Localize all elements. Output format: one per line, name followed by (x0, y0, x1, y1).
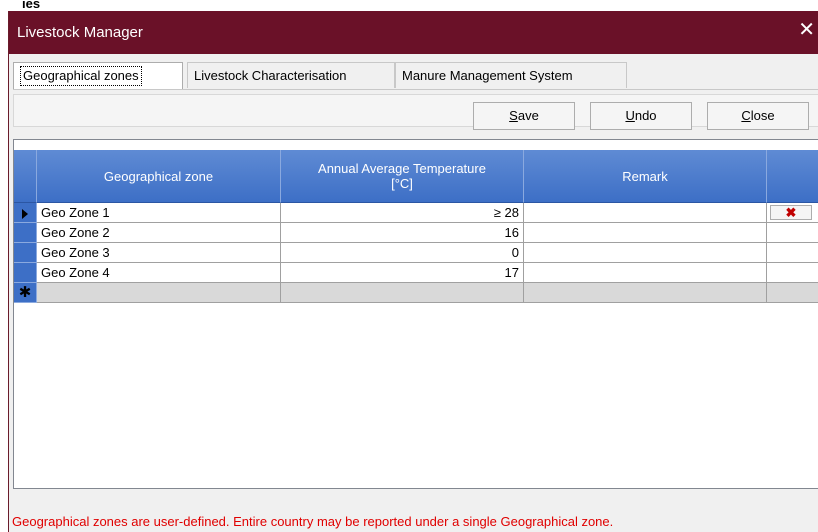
table-row[interactable]: Geo Zone 3 0 (14, 243, 818, 263)
tab-livestock-characterisation[interactable]: Livestock Characterisation (187, 62, 395, 88)
toolbar (13, 89, 818, 131)
grid-header: Geographical zone Annual Average Tempera… (14, 150, 818, 203)
title-bar[interactable]: Livestock Manager ✕ (9, 11, 818, 54)
tab-label: Manure Management System (402, 68, 573, 83)
row-selector[interactable] (14, 263, 37, 283)
zone-cell[interactable]: Geo Zone 4 (37, 263, 281, 283)
temperature-cell[interactable]: 16 (281, 223, 524, 243)
new-delete-cell[interactable] (767, 283, 818, 303)
tab-label: Livestock Characterisation (194, 68, 347, 83)
close-button[interactable]: Close (707, 102, 809, 130)
delete-x-icon: ✖ (785, 205, 797, 220)
row-header-corner (14, 150, 37, 203)
table-row[interactable]: Geo Zone 1 ≥ 28 ✖ (14, 203, 818, 223)
zones-grid: Geographical zone Annual Average Tempera… (13, 139, 818, 489)
delete-cell[interactable] (767, 263, 818, 283)
column-header-zone[interactable]: Geographical zone (37, 150, 281, 203)
zone-cell[interactable]: Geo Zone 2 (37, 223, 281, 243)
toolbar-panel (13, 94, 818, 127)
remark-cell[interactable] (524, 223, 767, 243)
info-note: Geographical zones are user-defined. Ent… (12, 514, 614, 529)
delete-cell: ✖ (767, 203, 818, 223)
tab-label: Geographical zones (20, 66, 142, 86)
zone-cell[interactable]: Geo Zone 1 (37, 203, 281, 223)
new-row[interactable]: ✱ (14, 283, 818, 303)
new-temperature-cell[interactable] (281, 283, 524, 303)
delete-row-button[interactable]: ✖ (770, 205, 812, 220)
tab-strip: Geographical zones Livestock Characteris… (13, 62, 818, 90)
column-header-delete[interactable] (767, 150, 818, 203)
zone-cell[interactable]: Geo Zone 3 (37, 243, 281, 263)
tab-geographical-zones[interactable]: Geographical zones (13, 62, 183, 90)
row-selector[interactable] (14, 243, 37, 263)
new-zone-cell[interactable] (37, 283, 281, 303)
column-header-remark[interactable]: Remark (524, 150, 767, 203)
row-selector[interactable] (14, 203, 37, 223)
new-remark-cell[interactable] (524, 283, 767, 303)
temperature-cell[interactable]: 17 (281, 263, 524, 283)
background-window-label: ies (22, 0, 40, 10)
close-icon[interactable]: ✕ (798, 20, 815, 40)
row-selector[interactable] (14, 223, 37, 243)
window-title: Livestock Manager (17, 24, 143, 41)
column-header-temperature[interactable]: Annual Average Temperature [°C] (281, 150, 524, 203)
remark-cell[interactable] (524, 203, 767, 223)
current-row-arrow-icon (22, 208, 28, 219)
temperature-cell[interactable]: ≥ 28 (281, 203, 524, 223)
livestock-manager-window: Livestock Manager ✕ Geographical zones L… (8, 11, 818, 532)
new-row-star-icon: ✱ (14, 283, 37, 303)
remark-cell[interactable] (524, 263, 767, 283)
temperature-cell[interactable]: 0 (281, 243, 524, 263)
tab-manure-management-system[interactable]: Manure Management System (395, 62, 627, 88)
delete-cell[interactable] (767, 223, 818, 243)
table-row[interactable]: Geo Zone 2 16 (14, 223, 818, 243)
save-button[interactable]: Save (473, 102, 575, 130)
remark-cell[interactable] (524, 243, 767, 263)
delete-cell[interactable] (767, 243, 818, 263)
undo-button[interactable]: Undo (590, 102, 692, 130)
table-row[interactable]: Geo Zone 4 17 (14, 263, 818, 283)
